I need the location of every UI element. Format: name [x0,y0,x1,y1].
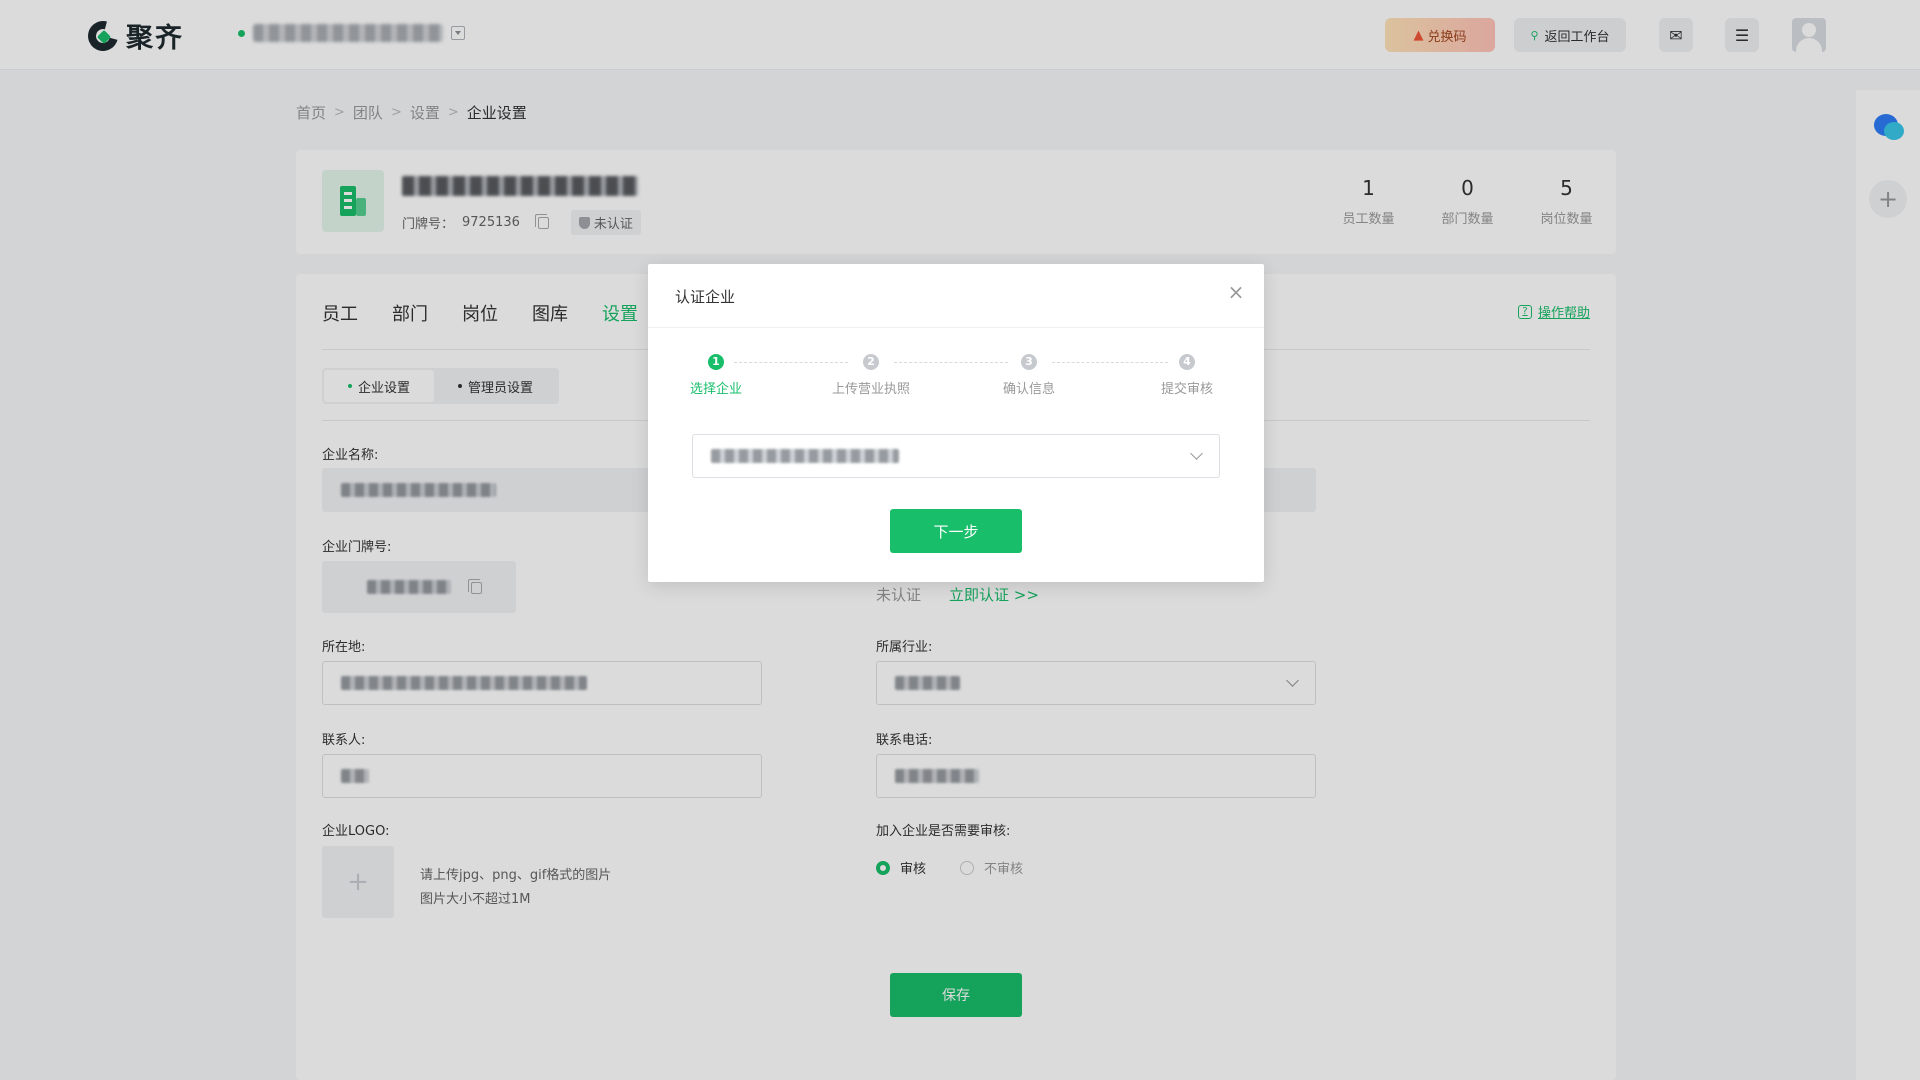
step-number: 1 [708,354,724,370]
step-number: 4 [1179,354,1195,370]
step-label: 选择企业 [689,382,742,397]
step-number: 3 [1021,354,1037,370]
step-select-company: 1 选择企业 [656,354,776,397]
redacted-value [711,449,899,463]
step-label: 确认信息 [1002,382,1055,397]
step-confirm-info: 3 确认信息 [969,354,1089,397]
step-label: 上传营业执照 [831,382,910,397]
close-icon[interactable]: × [1226,282,1246,302]
step-label: 提交审核 [1160,382,1213,397]
company-select[interactable] [692,434,1220,478]
step-submit-review: 4 提交审核 [1127,354,1247,397]
next-step-button[interactable]: 下一步 [890,509,1022,553]
verify-company-dialog: 认证企业 × 1 选择企业 2 上传营业执照 3 确认信息 4 提交审核 下一步 [648,264,1264,582]
chevron-down-icon [1190,447,1203,460]
step-number: 2 [863,354,879,370]
dialog-title: 认证企业 [675,288,736,306]
dialog-header: 认证企业 × [648,264,1264,328]
step-upload-license: 2 上传营业执照 [811,354,931,397]
